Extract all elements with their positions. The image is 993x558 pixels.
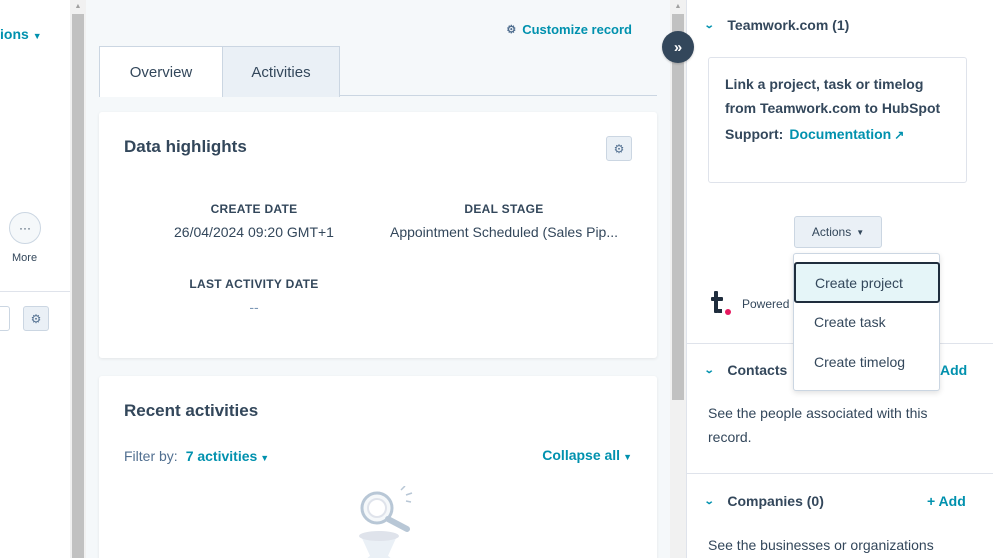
- caret-down-icon: ▼: [260, 453, 270, 463]
- menu-item-create-task[interactable]: Create task: [794, 302, 939, 342]
- data-highlights-card: Data highlights ⚙ CREATE DATE 26/04/2024…: [99, 112, 657, 358]
- actions-label: Actions: [811, 225, 852, 239]
- create-date-field: CREATE DATE 26/04/2024 09:20 GMT+1: [129, 202, 379, 240]
- teamwork-section-header[interactable]: ⌄ Teamwork.com (1): [703, 17, 850, 33]
- gear-icon: ⚙: [506, 24, 517, 36]
- highlights-settings-button[interactable]: ⚙: [606, 136, 632, 161]
- caret-down-icon: ▼: [623, 452, 632, 462]
- gear-icon: ⚙: [30, 311, 42, 326]
- last-activity-field: LAST ACTIVITY DATE --: [129, 277, 379, 315]
- menu-item-create-project[interactable]: Create project: [794, 262, 940, 303]
- more-label: More: [12, 252, 38, 264]
- customize-record-label: Customize record: [522, 22, 632, 37]
- actions-menu: Create project Create task Create timelo…: [793, 253, 940, 391]
- deal-stage-value: Appointment Scheduled (Sales Pip...: [389, 224, 619, 240]
- menu-item-create-timelog[interactable]: Create timelog: [794, 342, 939, 382]
- deal-stage-field: DEAL STAGE Appointment Scheduled (Sales …: [379, 202, 629, 240]
- left-actions-label: ions: [0, 26, 29, 42]
- activity-filter: Filter by: 7 activities ▼: [124, 448, 269, 464]
- collapse-all-dropdown[interactable]: Collapse all ▼: [542, 447, 632, 463]
- ellipsis-icon: ···: [19, 221, 31, 235]
- expand-sidebar-button[interactable]: »: [662, 31, 694, 63]
- left-actions-dropdown[interactable]: ions ▼: [0, 26, 42, 42]
- caret-down-icon: ▼: [856, 227, 865, 237]
- caret-down-icon: ▼: [32, 31, 42, 41]
- teamwork-description: Link a project, task or timelog from Tea…: [725, 76, 941, 116]
- contacts-description: See the people associated with this reco…: [708, 405, 928, 445]
- more-button[interactable]: ···: [9, 212, 41, 244]
- left-settings-button[interactable]: ⚙: [23, 306, 49, 331]
- companies-title: Companies (0): [727, 493, 824, 509]
- scrollbar-thumb[interactable]: [72, 14, 84, 558]
- contacts-title: Contacts: [727, 362, 788, 378]
- scroll-up-icon[interactable]: ▲: [70, 0, 86, 14]
- magnifier-illustration-icon: [359, 486, 413, 558]
- chevron-down-icon: ⌄: [703, 364, 715, 376]
- tab-activities[interactable]: Activities: [222, 46, 340, 97]
- double-chevron-right-icon: »: [673, 38, 683, 56]
- divider: [687, 473, 993, 474]
- activity-filter-dropdown[interactable]: 7 activities ▼: [186, 448, 270, 464]
- filter-value: 7 activities: [185, 448, 258, 464]
- add-contact-link[interactable]: Add: [940, 362, 967, 378]
- record-main: ⚙ Customize record Overview Activities D…: [86, 0, 670, 558]
- deal-stage-label: DEAL STAGE: [464, 202, 544, 216]
- filter-label: Filter by:: [124, 448, 178, 464]
- tab-overview[interactable]: Overview: [99, 46, 223, 97]
- add-company-link[interactable]: + Add: [927, 493, 966, 509]
- contacts-section-header[interactable]: ⌄ Contacts: [703, 362, 788, 378]
- middle-scrollbar[interactable]: ▲: [670, 0, 686, 558]
- left-search-input[interactable]: [0, 306, 10, 331]
- recent-activities-card: Recent activities Filter by: 7 activitie…: [99, 376, 657, 558]
- record-tabs: Overview Activities: [99, 46, 657, 97]
- divider: [0, 291, 70, 292]
- support-label: Support:: [725, 126, 784, 142]
- last-activity-value: --: [249, 299, 259, 315]
- actions-button[interactable]: Actions ▼: [794, 216, 882, 248]
- teamwork-title: Teamwork.com (1): [727, 17, 850, 33]
- companies-section-header[interactable]: ⌄ Companies (0): [703, 493, 824, 509]
- documentation-label: Documentation: [789, 126, 892, 142]
- create-date-value: 26/04/2024 09:20 GMT+1: [174, 224, 334, 240]
- left-scrollbar[interactable]: ▲: [70, 0, 86, 558]
- support-row: Support: Documentation ↗: [725, 124, 950, 145]
- documentation-link[interactable]: Documentation ↗: [789, 126, 904, 142]
- teamwork-info-box: Link a project, task or timelog from Tea…: [708, 57, 967, 183]
- last-activity-label: LAST ACTIVITY DATE: [189, 277, 319, 291]
- powered-by-label: Powered: [742, 297, 790, 311]
- teamwork-logo-icon: [711, 291, 731, 315]
- scroll-up-icon[interactable]: ▲: [670, 0, 686, 14]
- external-link-icon: ↗: [894, 128, 905, 142]
- customize-record-link[interactable]: ⚙ Customize record: [506, 22, 632, 37]
- create-date-label: CREATE DATE: [210, 202, 298, 216]
- chevron-down-icon: ⌄: [703, 19, 715, 31]
- companies-description: See the businesses or organizations: [708, 537, 934, 553]
- scrollbar-thumb[interactable]: [672, 14, 684, 400]
- data-highlights-title: Data highlights: [124, 137, 247, 156]
- chevron-down-icon: ⌄: [703, 495, 715, 507]
- gear-icon: ⚙: [613, 141, 625, 156]
- recent-activities-title: Recent activities: [124, 401, 259, 420]
- left-panel: ions ▼ ··· More ⚙: [0, 0, 70, 558]
- collapse-all-label: Collapse all: [542, 447, 621, 463]
